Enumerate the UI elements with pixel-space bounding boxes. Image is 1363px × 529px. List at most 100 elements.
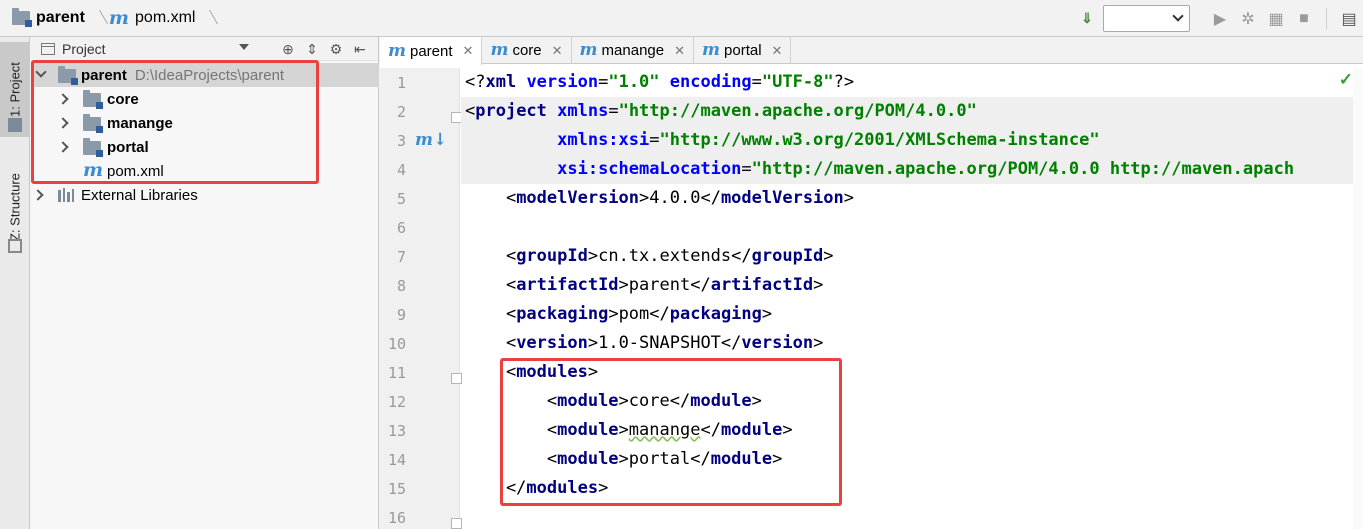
- module-folder-icon: [12, 8, 32, 27]
- code-line-3: xmlns:xsi="http://www.w3.org/2001/XMLSch…: [461, 126, 1363, 155]
- line-number: 15: [387, 480, 406, 498]
- line-number: 9: [396, 306, 406, 324]
- build-icon[interactable]: ⇓: [1075, 5, 1099, 33]
- line-number: 12: [387, 393, 406, 411]
- tab-parent[interactable]: m parent ✕: [380, 37, 483, 65]
- maven-icon: m: [490, 40, 509, 60]
- maven-gutter-icon[interactable]: m↓: [415, 132, 447, 149]
- line-number: 4: [396, 161, 406, 179]
- tree-item-label: core: [107, 90, 139, 108]
- editor-gutter: 1 2 3 4 5 6 7 8 9 10 11 12 13 14 15 16 m…: [380, 68, 462, 529]
- breadcrumb-separator: [93, 7, 103, 29]
- close-icon[interactable]: ✕: [772, 43, 783, 59]
- code-line-7: <groupId>cn.tx.extends</groupId>: [465, 246, 834, 266]
- tab-project-label: 1: Project: [7, 62, 23, 117]
- hide-panel-icon[interactable]: ⇤: [348, 38, 372, 60]
- toolbar-divider: [1326, 7, 1327, 30]
- tree-item-pom[interactable]: m pom.xml: [31, 159, 379, 183]
- code-line-1: <?xml version="1.0" encoding="UTF-8"?>: [465, 72, 855, 92]
- editor: m parent ✕ m core ✕ m manange ✕ m portal…: [380, 37, 1363, 529]
- close-icon[interactable]: ✕: [674, 43, 685, 59]
- code-line-2: <project xmlns="http://maven.apache.org/…: [461, 97, 1363, 126]
- code-area[interactable]: <?xml version="1.0" encoding="UTF-8"?> <…: [461, 68, 1363, 529]
- tree-item-label: External Libraries: [81, 186, 198, 204]
- tree-item-external-libraries[interactable]: External Libraries: [31, 183, 379, 207]
- main-toolbar: ⇓ ▶ ✲ ▦ ■ ▤: [1075, 0, 1363, 37]
- line-number: 14: [387, 451, 406, 469]
- project-structure-icon[interactable]: ▤: [1335, 5, 1363, 33]
- expand-arrow-icon[interactable]: [57, 93, 69, 105]
- expand-arrow-icon[interactable]: [57, 117, 69, 129]
- project-panel-title[interactable]: Project: [62, 41, 106, 57]
- project-panel-header: Project ⊕ ⇕ ⚙ ⇤: [31, 37, 378, 61]
- line-number: 6: [396, 219, 406, 237]
- tab-label: parent: [410, 42, 453, 60]
- tree-item-label: pom.xml: [107, 162, 164, 180]
- run-config-select[interactable]: [1103, 5, 1190, 32]
- code-line-5: <modelVersion>4.0.0</modelVersion>: [465, 188, 855, 208]
- tab-portal[interactable]: m portal ✕: [694, 37, 792, 64]
- maven-icon: m: [702, 40, 721, 60]
- stop-icon[interactable]: ■: [1290, 5, 1318, 33]
- expand-arrow-icon[interactable]: [32, 189, 44, 201]
- editor-scrollbar[interactable]: [1353, 68, 1363, 529]
- project-view-icon: [41, 42, 55, 55]
- tab-label: manange: [601, 42, 665, 59]
- debug-icon[interactable]: ✲: [1234, 5, 1262, 33]
- project-panel: Project ⊕ ⇕ ⚙ ⇤ parent D:\IdeaProjects\pa…: [31, 37, 379, 529]
- inspection-ok-icon[interactable]: ✓: [1339, 70, 1353, 90]
- close-icon[interactable]: ✕: [463, 43, 474, 59]
- module-folder-icon: [83, 114, 103, 133]
- locate-icon[interactable]: ⊕: [276, 38, 300, 60]
- project-window-icon: [8, 118, 22, 132]
- tab-label: core: [512, 42, 542, 59]
- line-number: 10: [387, 335, 406, 353]
- code-line-15: </modules>: [465, 478, 609, 498]
- line-number: 3: [396, 132, 406, 150]
- expand-arrow-icon[interactable]: [35, 66, 47, 78]
- line-number: 2: [396, 103, 406, 121]
- breadcrumb-separator: [203, 7, 213, 29]
- code-line-4: xsi:schemaLocation="http://maven.apache.…: [461, 155, 1363, 184]
- expand-arrow-icon[interactable]: [57, 141, 69, 153]
- module-folder-icon: [83, 138, 103, 157]
- tree-item-label: portal: [107, 138, 149, 156]
- collapse-all-icon[interactable]: ⇕: [300, 38, 324, 60]
- maven-icon: m: [83, 159, 104, 181]
- tab-structure-label: Z: Structure: [7, 173, 23, 241]
- line-number: 11: [387, 364, 406, 382]
- navigation-bar: parent m pom.xml ⇓ ▶ ✲ ▦ ■ ▤: [0, 0, 1363, 37]
- chevron-down-icon: [1172, 10, 1184, 22]
- root-name: parent: [81, 66, 127, 84]
- code-line-10: <version>1.0-SNAPSHOT</version>: [465, 333, 824, 353]
- code-line-8: <artifactId>parent</artifactId>: [465, 275, 824, 295]
- close-icon[interactable]: ✕: [552, 43, 563, 59]
- tab-manange[interactable]: m manange ✕: [572, 37, 695, 64]
- breadcrumb-file[interactable]: pom.xml: [135, 9, 195, 27]
- line-number: 5: [396, 190, 406, 208]
- structure-icon: [8, 239, 22, 253]
- tree-item-root[interactable]: parent D:\IdeaProjects\parent: [31, 63, 379, 87]
- line-number: 13: [387, 422, 406, 440]
- gear-icon[interactable]: ⚙: [324, 38, 348, 60]
- run-icon[interactable]: ▶: [1206, 5, 1234, 33]
- line-number: 1: [396, 74, 406, 92]
- tool-window-strip: 1: Project Z: Structure: [0, 37, 30, 529]
- library-icon: [58, 188, 74, 202]
- breadcrumb-project[interactable]: parent: [36, 9, 85, 27]
- module-folder-icon: [58, 66, 78, 85]
- tree-item-manange[interactable]: manange: [31, 111, 379, 135]
- line-number: 16: [387, 509, 406, 527]
- tree-item-portal[interactable]: portal: [31, 135, 379, 159]
- maven-icon: m: [388, 40, 406, 61]
- tab-core[interactable]: m core ✕: [482, 37, 572, 64]
- maven-icon: m: [579, 40, 598, 60]
- tree-item-label: manange: [107, 114, 173, 132]
- code-line-9: <packaging>pom</packaging>: [465, 304, 773, 324]
- view-dropdown-icon[interactable]: [239, 44, 249, 50]
- code-line-11: <modules>: [465, 362, 599, 382]
- coverage-icon[interactable]: ▦: [1262, 5, 1290, 33]
- tree-item-core[interactable]: core: [31, 87, 379, 111]
- tab-label: portal: [724, 42, 762, 59]
- code-line-14: <module>portal</module>: [465, 449, 783, 469]
